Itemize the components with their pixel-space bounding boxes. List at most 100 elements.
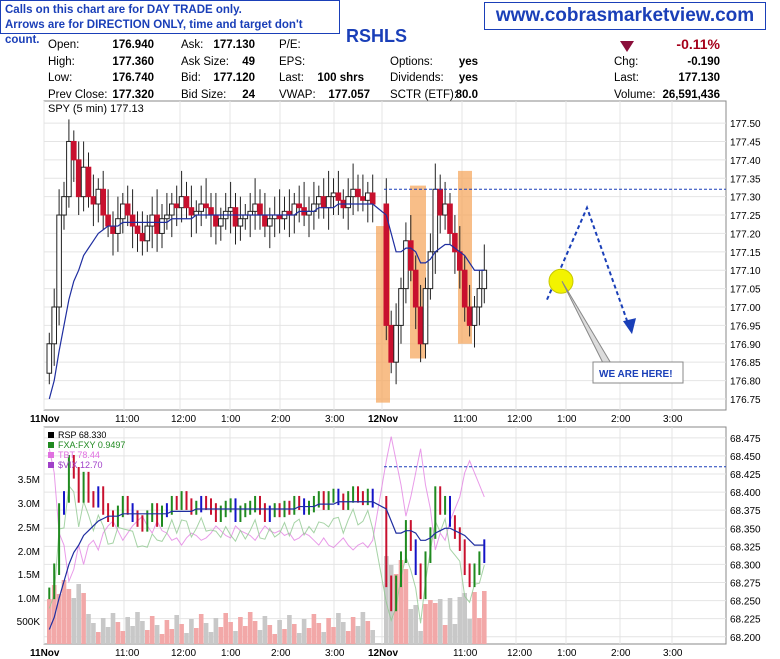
candle-body [422, 288, 429, 345]
price-x-tick: 11:00 [453, 414, 478, 425]
candle-body [90, 196, 97, 205]
candle-body [365, 192, 371, 201]
candle-body [350, 188, 356, 198]
volume-bar [105, 627, 111, 644]
volume-bar [311, 614, 317, 644]
volume-tick: 500K [17, 617, 41, 628]
rsp-y-tick: 68.425 [730, 470, 761, 481]
volume-bar [120, 631, 126, 644]
price-x-tick: 1:00 [221, 414, 241, 425]
volume-bar [71, 598, 77, 644]
volume-bar [149, 616, 155, 644]
price-y-tick: 176.80 [730, 377, 761, 388]
volume-bar [472, 592, 477, 644]
lower-x-tick: 11:00 [115, 648, 140, 659]
candle-body [417, 306, 424, 345]
volume-bar [408, 609, 414, 644]
volume-bar [110, 613, 116, 644]
volume-bar [194, 628, 199, 644]
volume-bar [326, 618, 331, 644]
candle-body [442, 203, 448, 216]
candle-body [139, 232, 146, 242]
volume-bar [66, 589, 72, 644]
volume-bar [81, 593, 86, 644]
rsp-y-tick: 68.375 [730, 506, 761, 517]
candle-body [432, 188, 439, 253]
candle-body [100, 188, 107, 216]
volume-bar [282, 629, 287, 644]
candle-body [56, 214, 62, 308]
here-marker [548, 268, 574, 294]
candle-body [51, 306, 58, 345]
volume-bar [159, 634, 165, 644]
lower-x-tick: 12:00 [507, 648, 532, 659]
price-y-tick: 177.10 [730, 266, 761, 277]
price-x-axis: 11Nov 11:00 12:00 1:00 2:00 3:00 12Nov 11:00 12:… [30, 414, 683, 425]
candle-body [173, 203, 180, 209]
candle-body [159, 218, 165, 234]
price-x-tick: 1:00 [557, 414, 577, 425]
price-y-tick: 176.85 [730, 358, 761, 369]
callout-text: WE ARE HERE! [599, 369, 673, 380]
price-x-tick: 2:00 [611, 414, 631, 425]
candle-body [408, 240, 414, 271]
volume-bar [341, 622, 346, 644]
volume-tick: 1.0M [18, 594, 40, 605]
volume-tick: 3.0M [18, 499, 40, 510]
volume-bar [140, 621, 145, 644]
candle-body [252, 203, 258, 212]
candle-body [447, 203, 453, 234]
candle-body [110, 225, 116, 234]
candle-body [325, 196, 332, 209]
legend-swatch [48, 432, 54, 438]
rsp-y-tick: 68.225 [730, 615, 761, 626]
candle-body [85, 166, 92, 198]
price-y-tick: 177.30 [730, 193, 761, 204]
candle-body [393, 324, 399, 363]
volume-bar [164, 620, 170, 644]
candle-body [227, 207, 234, 212]
candle-body [129, 214, 136, 227]
candle-body [335, 192, 342, 201]
legend-entry: TBT 78.44 [58, 450, 100, 460]
candle-body [320, 196, 327, 209]
volume-bar [130, 626, 135, 644]
volume-bar [457, 597, 463, 644]
volume-bar [350, 617, 356, 644]
price-y-tick: 177.05 [730, 285, 761, 296]
candle-body [208, 207, 214, 216]
candle-body [476, 288, 483, 308]
price-y-tick: 177.20 [730, 229, 761, 240]
volume-bar [296, 633, 302, 644]
rsp-y-tick: 68.275 [730, 579, 761, 590]
volume-bar [223, 613, 228, 644]
rsp-y-tick: 68.250 [730, 597, 761, 608]
volume-bar [477, 618, 482, 644]
volume-bar [228, 622, 233, 644]
volume-bar [301, 619, 307, 644]
lower-x-axis: 11Nov 11:00 12:00 1:00 2:00 3:00 12Nov 11:00 12:… [30, 648, 683, 659]
candle-body [437, 188, 443, 216]
volume-bar [115, 622, 121, 644]
rsp-y-tick: 68.300 [730, 560, 761, 571]
candle-body [61, 196, 67, 216]
lower-x-tick: 2:00 [611, 648, 631, 659]
rsp-y-tick: 68.325 [730, 542, 761, 553]
candle-body [144, 225, 151, 242]
volume-bar [179, 624, 184, 644]
volume-bar [336, 613, 341, 644]
volume-bar [321, 632, 326, 644]
candle-body [198, 203, 204, 212]
candle-body [316, 196, 322, 205]
price-y-axis: 177.50 177.45 177.40 177.35 177.30 177.25 177.… [730, 119, 761, 406]
candle-body [105, 214, 111, 227]
price-x-tick: 12:00 [171, 414, 196, 425]
candle-body [164, 214, 170, 220]
volume-bar [428, 600, 433, 644]
candle-body [66, 140, 72, 198]
volume-bar [462, 593, 467, 644]
volume-tick: 2.0M [18, 547, 40, 558]
volume-bar [125, 617, 130, 644]
volume-bar [218, 627, 224, 644]
volume-bar [482, 591, 487, 644]
